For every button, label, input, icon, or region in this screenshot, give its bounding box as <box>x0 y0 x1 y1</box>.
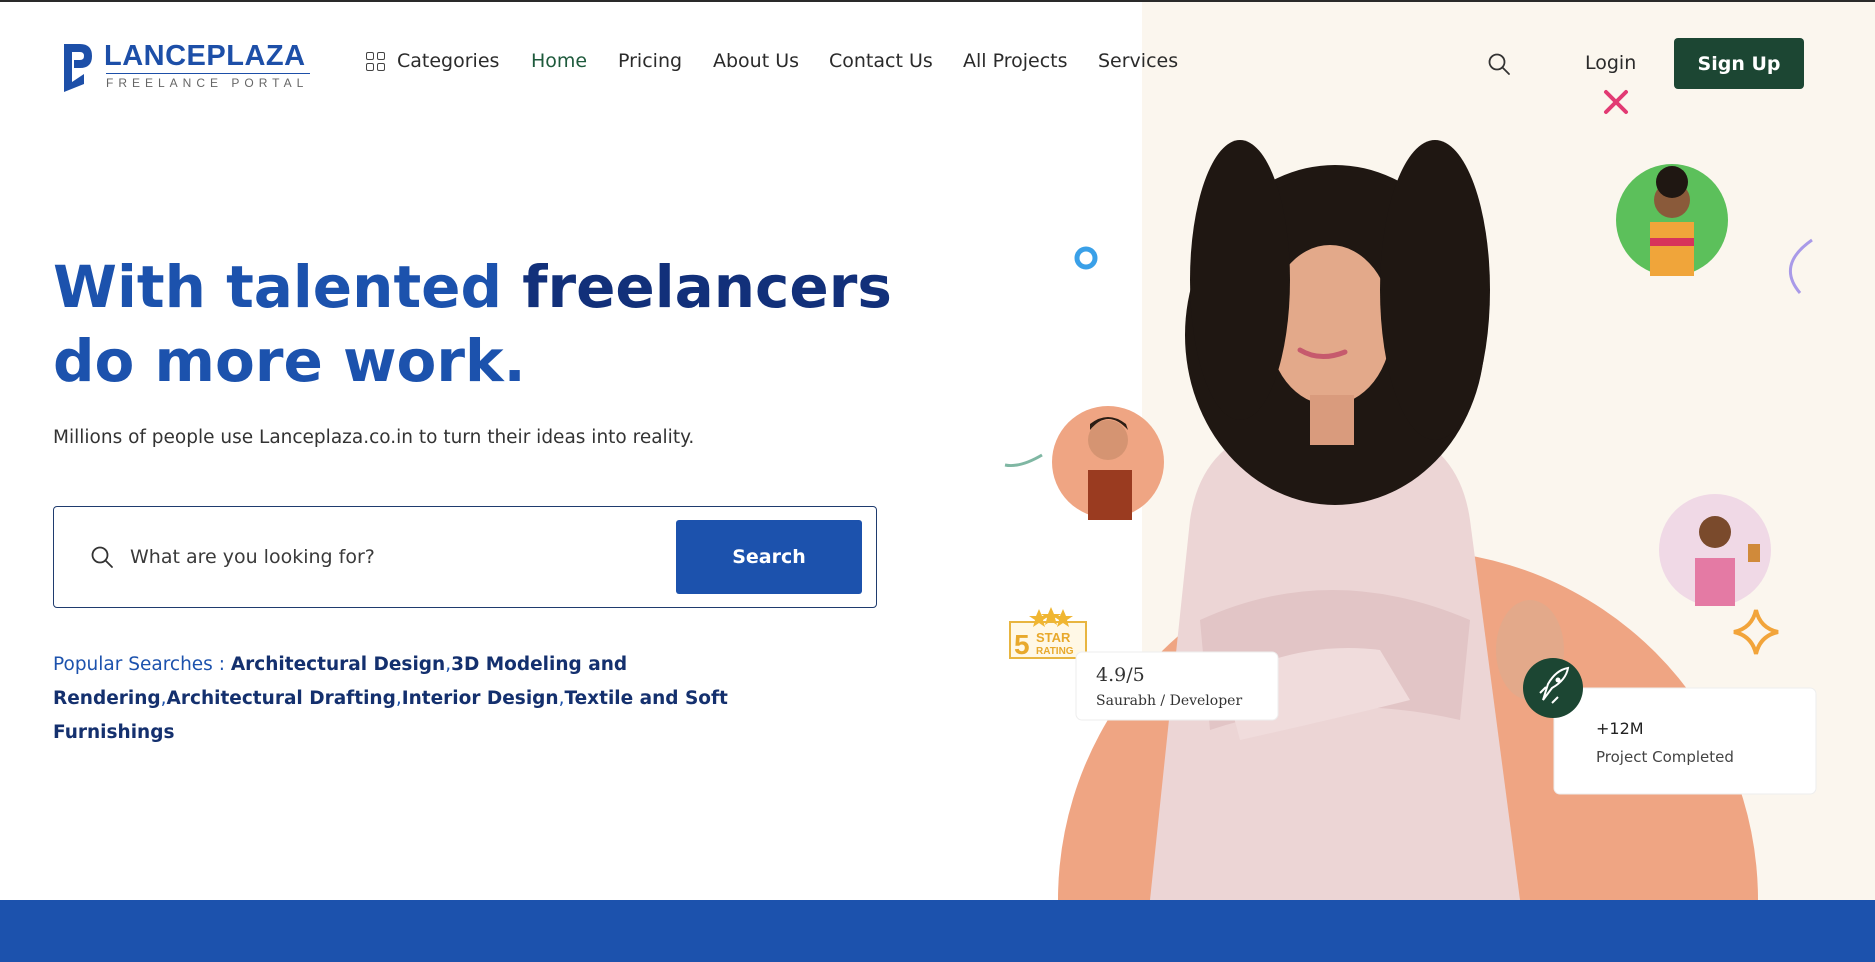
projects-card: +12M Project Completed <box>1553 687 1817 795</box>
hero-woman-image <box>1150 140 1564 900</box>
rating-value: 4.9/5 <box>1096 664 1145 686</box>
arc-decor <box>1789 238 1813 294</box>
sparkle-icon <box>1733 609 1779 655</box>
projects-label: Project Completed <box>1596 748 1734 766</box>
squiggle-decor <box>1004 453 1043 467</box>
close-icon <box>1604 90 1628 114</box>
badge-line-1: STAR <box>1036 630 1071 645</box>
hero-illustration: 5 STAR RATING 4.9/5 Saurabh / Developer … <box>1004 90 1817 900</box>
projects-value: +12M <box>1596 719 1644 738</box>
bottom-blue-band <box>0 900 1875 962</box>
avatar-woman-green <box>1616 164 1728 276</box>
rocket-icon <box>1523 658 1583 718</box>
circle-decor <box>1074 246 1098 270</box>
rating-card: 4.9/5 Saurabh / Developer <box>1075 651 1279 721</box>
rating-person: Saurabh / Developer <box>1096 693 1242 709</box>
star-rating-badge: 5 STAR RATING <box>1009 607 1087 660</box>
avatar-developer <box>1052 406 1164 520</box>
page: LANCEPLAZA FREELANCE PORTAL Categories H… <box>0 0 1875 962</box>
badge-line-2: RATING <box>1036 646 1074 657</box>
avatar-woman-pink <box>1659 494 1771 606</box>
badge-number: 5 <box>1014 629 1030 660</box>
